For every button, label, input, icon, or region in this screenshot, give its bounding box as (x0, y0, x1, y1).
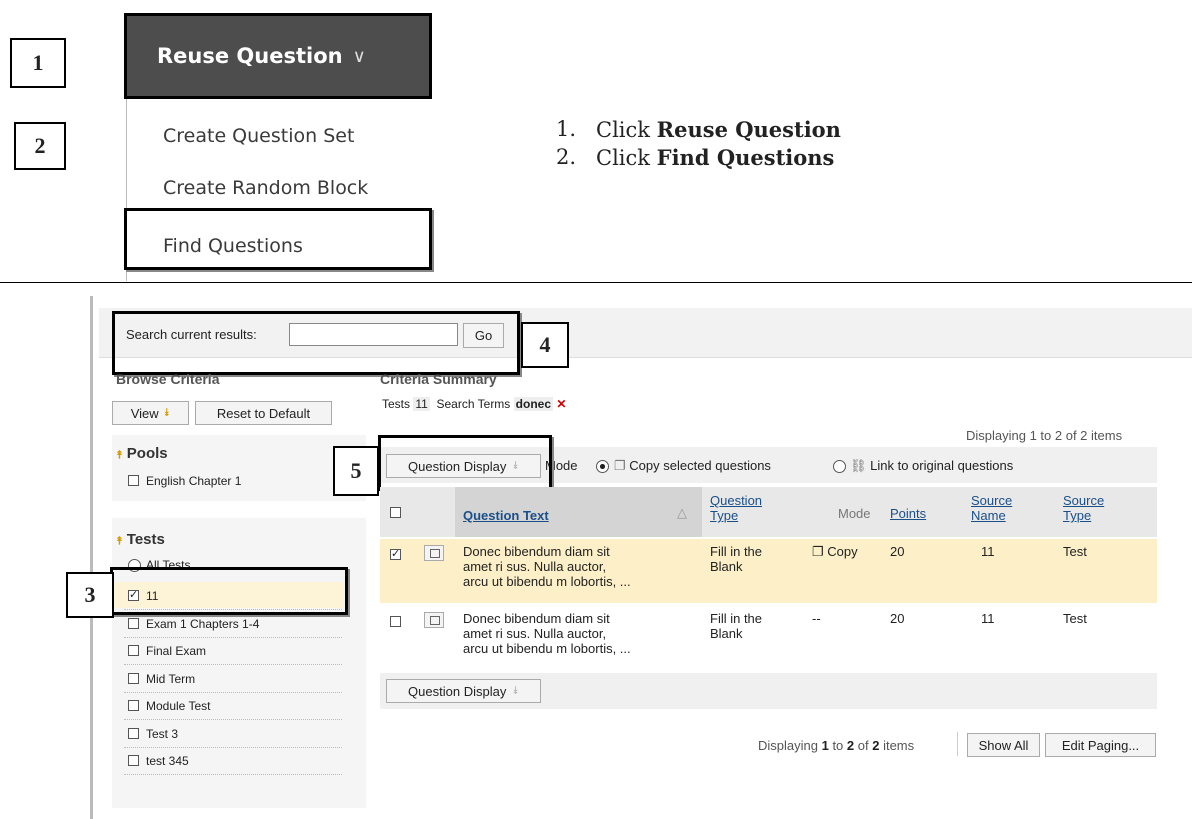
points-cell: 20 (890, 544, 905, 559)
col-points[interactable]: Points (890, 506, 926, 521)
menu-item-create-random-block[interactable]: Create Random Block (163, 177, 368, 199)
search-bar (99, 308, 1192, 358)
link-icon: ⛓ (850, 458, 867, 473)
chevron-down-icon: ∨ (352, 45, 366, 67)
test-row-divider (124, 774, 342, 775)
displaying-bottom: Displaying 1 to 2 of 2 items (758, 738, 915, 753)
col-source-name[interactable]: Source Name (971, 493, 1031, 523)
mode-label: Mode (545, 458, 578, 473)
remove-term-icon[interactable]: ✕ (556, 397, 566, 411)
collapse-icon: ⯭ (116, 449, 123, 461)
mode-cell: -- (812, 611, 821, 626)
step-4-callout: 4 (521, 322, 569, 368)
go-button[interactable]: Go (463, 323, 504, 348)
question-display-button-bottom[interactable]: Question Display ⯯ (386, 679, 541, 703)
question-type-cell: Fill in the Blank (710, 544, 763, 574)
test-row-divider (124, 609, 342, 610)
reuse-question-menu: Create Question Set Create Random Block … (126, 99, 433, 281)
copy-icon: ❐ (614, 458, 626, 473)
test-checkbox[interactable] (128, 728, 139, 739)
col-question-type[interactable]: Question Type (710, 493, 780, 523)
reset-to-default-button[interactable]: Reset to Default (195, 401, 332, 425)
col-source-type[interactable]: Source Type (1063, 493, 1123, 523)
show-all-button[interactable]: Show All (967, 733, 1040, 757)
double-chevron-down-icon: ⯯ (512, 459, 519, 472)
test-label: Test 3 (146, 727, 179, 741)
tests-header[interactable]: ⯭ Tests (116, 531, 165, 548)
test-checkbox[interactable] (128, 645, 139, 656)
test-row-divider (124, 637, 342, 638)
test-checkbox[interactable] (128, 700, 139, 711)
test-label: Final Exam (146, 644, 207, 658)
step-1-callout: 1 (10, 38, 66, 88)
view-label: View (130, 405, 159, 421)
row-checkbox[interactable] (390, 616, 401, 627)
test-checkbox[interactable] (128, 673, 139, 684)
view-button[interactable]: View ⯯ (112, 401, 189, 425)
search-term-tag: donec (513, 397, 553, 411)
question-text-cell: Donec bibendum diam sit amet ri sus. Nul… (463, 611, 631, 656)
displaying-top: Displaying 1 to 2 of 2 items (966, 428, 1123, 443)
section-divider (0, 282, 1192, 283)
edit-paging-button[interactable]: Edit Paging... (1045, 733, 1156, 757)
search-label: Search current results: (126, 327, 257, 342)
step-3-callout: 3 (66, 572, 114, 618)
pool-checkbox[interactable] (128, 475, 139, 486)
paging-divider (957, 732, 958, 756)
criteria-summary-title: Criteria Summary (380, 371, 497, 387)
pools-header[interactable]: ⯭ Pools (116, 445, 168, 462)
points-cell: 20 (890, 611, 905, 626)
question-text-cell: Donec bibendum diam sit amet ri sus. Nul… (463, 544, 631, 589)
link-mode-radio[interactable] (833, 460, 846, 473)
instructions: 1. Click Reuse Question 2. Click Find Qu… (556, 117, 841, 170)
question-display-button[interactable]: Question Display ⯯ (386, 454, 541, 478)
test-row-divider (124, 664, 342, 665)
source-name-cell: 11 (981, 611, 995, 626)
reuse-question-label: Reuse Question (157, 44, 343, 68)
source-type-cell: Test (1063, 544, 1087, 559)
double-chevron-down-icon: ⯯ (163, 406, 171, 419)
reuse-question-button[interactable]: Reuse Question ∨ (124, 13, 432, 99)
collapse-icon: ⯭ (116, 535, 123, 547)
double-chevron-down-icon: ⯯ (512, 684, 519, 697)
test-label: Module Test (146, 699, 211, 713)
row-checkbox[interactable]: ✓ (390, 549, 401, 560)
search-input[interactable] (289, 323, 458, 346)
test-row-divider (124, 692, 342, 693)
pool-label: English Chapter 1 (146, 474, 242, 488)
criteria-summary: Tests 11 Search Terms donec ✕ (382, 397, 567, 411)
test-row-divider (124, 747, 342, 748)
mode-cell: ❐ Copy (812, 544, 858, 559)
browse-criteria-title: Browse Criteria (116, 371, 220, 387)
step-5-callout: 5 (333, 446, 379, 496)
menu-item-create-question-set[interactable]: Create Question Set (163, 125, 354, 147)
test-checkbox[interactable] (128, 755, 139, 766)
col-question-text[interactable]: Question Text (463, 508, 549, 523)
tests-value-tag: 11 (413, 397, 430, 411)
col-mode: Mode (838, 506, 871, 521)
all-tests-label: All Tests (146, 558, 191, 572)
test-label: test 345 (146, 754, 189, 768)
copy-mode-radio[interactable] (596, 460, 609, 473)
test-label: Exam 1 Chapters 1-4 (146, 617, 260, 631)
source-type-cell: Test (1063, 611, 1087, 626)
link-option: ⛓ Link to original questions (850, 458, 1014, 473)
step-2-callout: 2 (14, 122, 66, 170)
test-row-divider (124, 719, 342, 720)
source-name-cell: 11 (981, 544, 995, 559)
preview-icon[interactable] (424, 545, 444, 561)
select-all-checkbox[interactable] (390, 507, 401, 518)
test-checkbox[interactable]: ✓ (128, 590, 139, 601)
question-type-cell: Fill in the Blank (710, 611, 763, 641)
sort-ascending-icon: △ (677, 505, 687, 520)
test-label: Mid Term (146, 672, 196, 686)
menu-item-find-questions[interactable]: Find Questions (163, 235, 303, 257)
copy-option: ❐ Copy selected questions (614, 458, 771, 473)
test-checkbox[interactable] (128, 618, 139, 629)
preview-icon[interactable] (424, 612, 444, 628)
all-tests-radio[interactable] (128, 559, 141, 572)
test-label: 11 (146, 589, 159, 603)
